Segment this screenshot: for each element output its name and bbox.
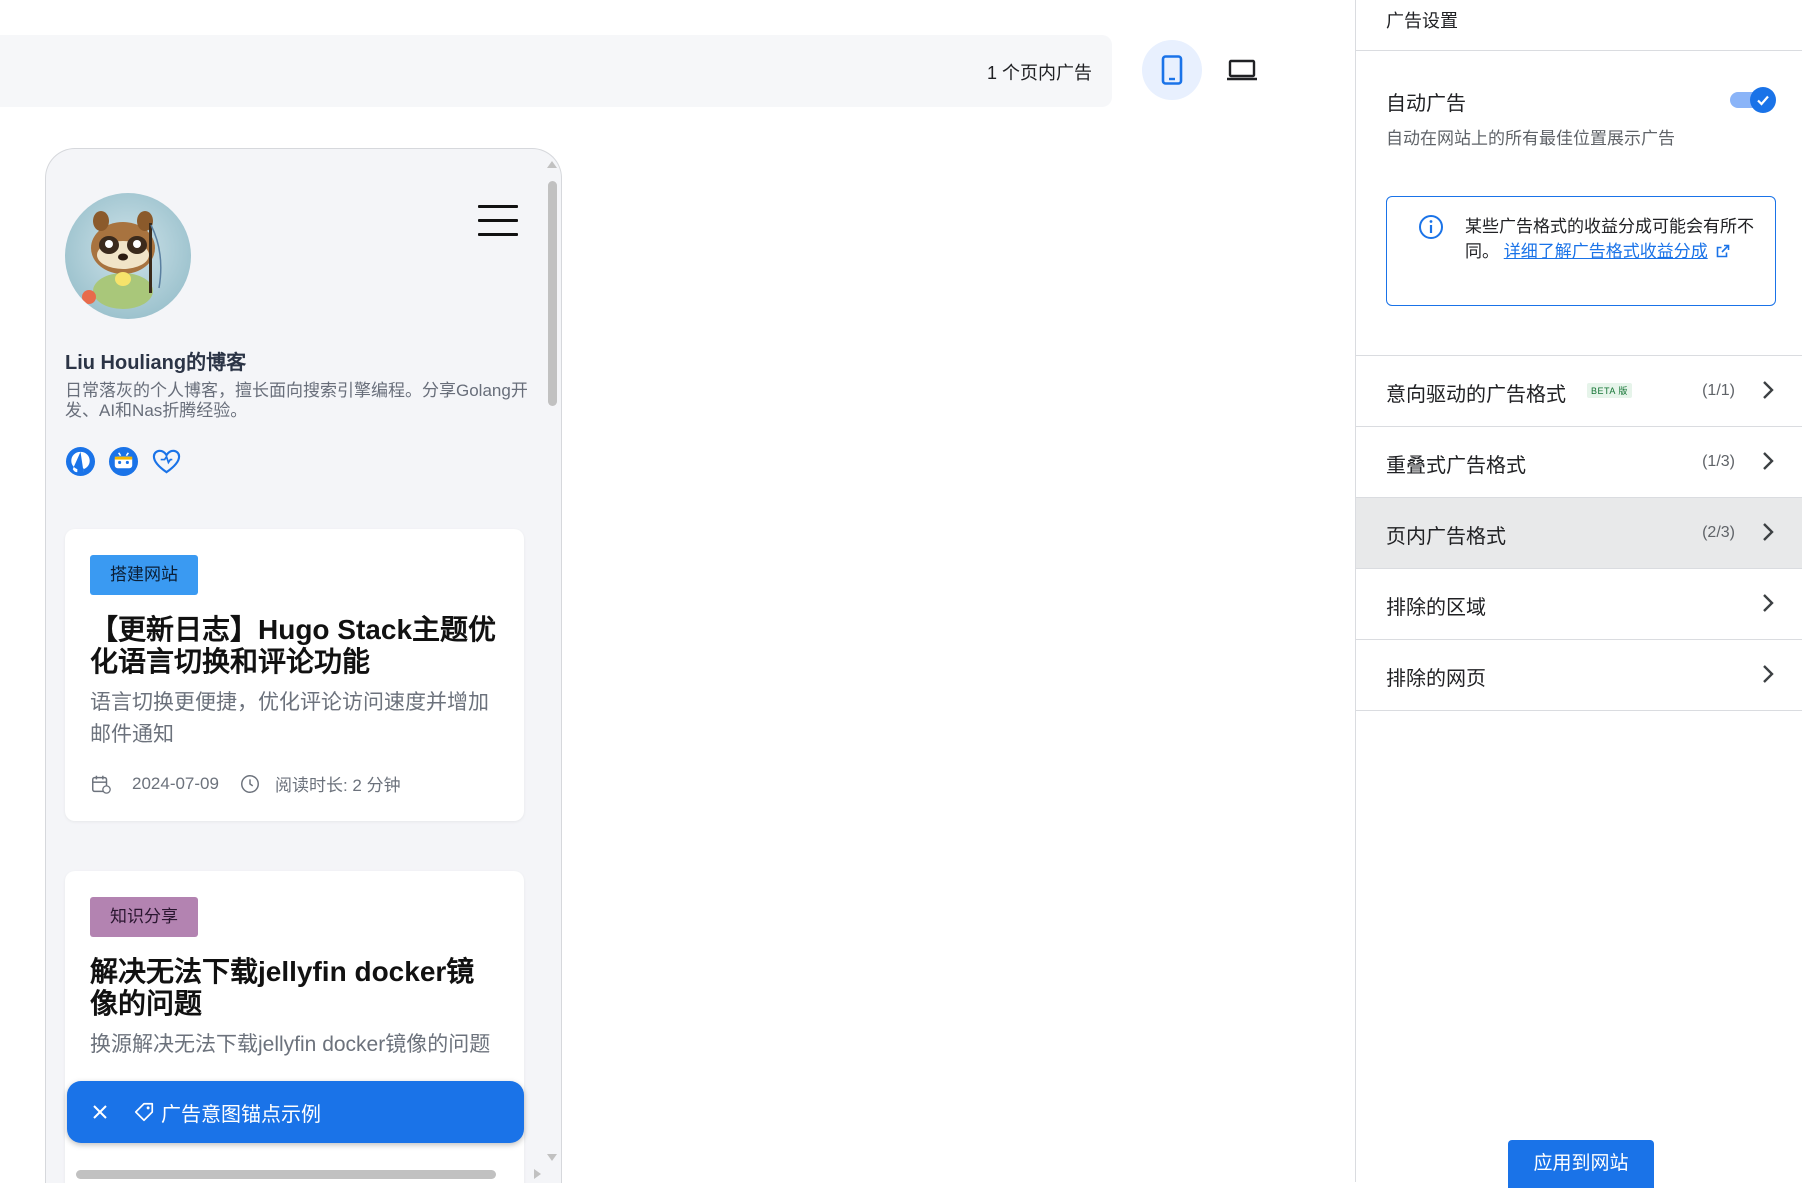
menu-item-in-page-ads[interactable]: 页内广告格式 (2/3)	[1356, 498, 1802, 569]
post-card[interactable]: 搭建网站 【更新日志】Hugo Stack主题优化语言切换和评论功能 语言切换更…	[65, 529, 524, 821]
menu-item-overlay-ads[interactable]: 重叠式广告格式 (1/3)	[1356, 427, 1802, 498]
menu-item-count: (1/1)	[1702, 382, 1735, 399]
calendar-icon	[92, 775, 111, 794]
chevron-right-icon	[1763, 594, 1774, 612]
post-date: 2024-07-09	[132, 773, 219, 793]
beta-badge: BETA 版	[1587, 383, 1632, 398]
clock-icon	[240, 774, 259, 793]
menu-item-label: 意向驱动的广告格式	[1386, 384, 1566, 406]
avatar	[65, 193, 191, 319]
chevron-right-icon	[1763, 523, 1774, 541]
raccoon-avatar-icon	[82, 211, 162, 309]
auto-ads-description: 自动在网站上的所有最佳位置展示广告	[1386, 129, 1675, 148]
vertical-scrollbar[interactable]	[545, 161, 559, 1161]
info-icon	[1419, 215, 1443, 239]
bilibili-icon[interactable]	[108, 446, 139, 477]
menu-item-intent-ads[interactable]: 意向驱动的广告格式 BETA 版 (1/1)	[1356, 356, 1802, 427]
post-subtitle: 语言切换更便捷，优化评论访问速度并增加邮件通知	[90, 691, 489, 746]
post-meta: 2024-07-09 阅读时长: 2 分钟	[90, 771, 401, 796]
ad-settings-panel: 广告设置 自动广告 自动在网站上的所有最佳位置展示广告 某些广告格式的收益分成可…	[1355, 0, 1802, 1188]
menu-item-label: 排除的区域	[1386, 597, 1486, 619]
menu-item-excluded-pages[interactable]: 排除的网页	[1356, 640, 1802, 711]
blog-description: 日常落灰的个人博客，擅长面向搜索引擎编程。分享Golang开发、AI和Nas折腾…	[65, 381, 528, 420]
external-link-icon[interactable]	[1716, 244, 1730, 258]
laptop-icon	[1227, 59, 1257, 81]
menu-item-count: (2/3)	[1702, 524, 1735, 541]
chevron-right-icon	[1763, 665, 1774, 683]
apply-to-site-button[interactable]: 应用到网站	[1508, 1140, 1654, 1188]
panel-title: 广告设置	[1356, 0, 1802, 51]
chevron-right-icon	[1763, 452, 1774, 470]
menu-icon[interactable]	[478, 205, 518, 237]
post-title[interactable]: 【更新日志】Hugo Stack主题优化语言切换和评论功能	[90, 614, 500, 678]
menu-item-label: 页内广告格式	[1386, 526, 1506, 548]
post-tag[interactable]: 知识分享	[90, 897, 198, 937]
anchor-ad-label: 广告意图锚点示例	[161, 1103, 321, 1126]
social-links	[65, 446, 182, 477]
ad-format-menu: 意向驱动的广告格式 BETA 版 (1/1) 重叠式广告格式 (1/3) 页内广…	[1356, 355, 1802, 711]
ad-count-label: 1 个页内广告	[986, 63, 1092, 83]
info-text: 某些广告格式的收益分成可能会有所不同。 详细了解广告格式收益分成	[1465, 217, 1754, 261]
blog-title: Liu Houliang的博客	[65, 352, 247, 374]
anchor-ad-bar[interactable]: 广告意图锚点示例	[67, 1081, 524, 1143]
menu-item-label: 重叠式广告格式	[1386, 455, 1526, 477]
smartphone-icon	[1161, 55, 1183, 85]
preview-toolbar: 1 个页内广告	[0, 35, 1112, 107]
auto-ads-title: 自动广告	[1386, 93, 1466, 115]
desktop-preview-button[interactable]	[1212, 40, 1272, 100]
mobile-preview-button[interactable]	[1142, 40, 1202, 100]
post-tag[interactable]: 搭建网站	[90, 555, 198, 595]
menu-item-count: (1/3)	[1702, 453, 1735, 470]
check-icon	[1757, 95, 1769, 106]
post-read-time: 阅读时长: 2 分钟	[274, 776, 401, 795]
menu-item-excluded-areas[interactable]: 排除的区域	[1356, 569, 1802, 640]
post-subtitle: 换源解决无法下载jellyfin docker镜像的问题	[90, 1033, 491, 1056]
chevron-right-icon	[1763, 381, 1774, 399]
heart-icon[interactable]	[151, 446, 182, 477]
info-notice: 某些广告格式的收益分成可能会有所不同。 详细了解广告格式收益分成	[1386, 196, 1776, 306]
mobile-preview-frame: Liu Houliang的博客 日常落灰的个人博客，擅长面向搜索引擎编程。分享G…	[45, 148, 562, 1183]
revenue-share-link[interactable]: 详细了解广告格式收益分成	[1504, 242, 1708, 261]
post-title[interactable]: 解决无法下载jellyfin docker镜像的问题	[90, 956, 500, 1020]
github-icon[interactable]	[65, 446, 96, 477]
auto-ads-toggle[interactable]	[1730, 87, 1776, 113]
close-icon[interactable]	[85, 1097, 115, 1127]
menu-item-label: 排除的网页	[1386, 668, 1486, 690]
tag-icon	[133, 1101, 155, 1123]
horizontal-scrollbar[interactable]	[66, 1167, 541, 1181]
